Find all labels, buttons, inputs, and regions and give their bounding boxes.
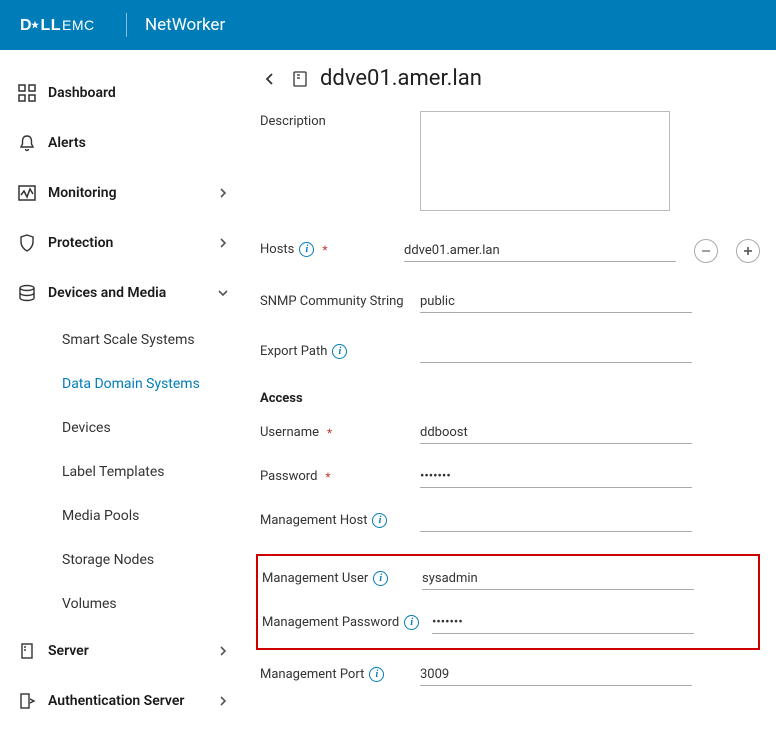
subitem-media-pools[interactable]: Media Pools bbox=[10, 494, 236, 538]
sidebar-item-auth-server[interactable]: Authentication Server bbox=[10, 676, 236, 726]
info-icon[interactable]: i bbox=[404, 615, 419, 630]
info-icon[interactable]: i bbox=[332, 344, 347, 359]
remove-host-button[interactable] bbox=[694, 239, 718, 263]
required-marker: * bbox=[322, 243, 327, 257]
devices-subnav: Smart Scale Systems Data Domain Systems … bbox=[10, 318, 236, 626]
label-mgmt-port: Management Port i bbox=[260, 664, 420, 682]
row-snmp: SNMP Community String bbox=[260, 291, 760, 313]
chevron-right-icon bbox=[218, 188, 228, 198]
sidebar-item-protection[interactable]: Protection bbox=[10, 218, 236, 268]
info-icon[interactable]: i bbox=[372, 513, 387, 528]
row-hosts: Hosts i * bbox=[260, 239, 760, 263]
add-host-button[interactable] bbox=[736, 239, 760, 263]
device-icon bbox=[290, 69, 310, 89]
chevron-right-icon bbox=[218, 646, 228, 656]
label-export: Export Path i bbox=[260, 341, 420, 359]
required-marker: * bbox=[325, 470, 330, 484]
sidebar-item-dashboard[interactable]: Dashboard bbox=[10, 68, 236, 118]
page-title: ddve01.amer.lan bbox=[320, 66, 482, 91]
required-marker: * bbox=[327, 426, 332, 440]
info-icon[interactable]: i bbox=[299, 242, 314, 257]
back-button[interactable] bbox=[260, 69, 280, 89]
row-export: Export Path i bbox=[260, 341, 760, 363]
label-mgmt-password: Management Password i bbox=[262, 612, 432, 630]
label-username: Username * bbox=[260, 422, 420, 440]
nav-label: Devices and Media bbox=[48, 285, 218, 301]
shield-icon bbox=[16, 232, 38, 254]
title-bar: ddve01.amer.lan bbox=[260, 66, 760, 91]
hosts-input[interactable] bbox=[404, 240, 676, 262]
sidebar-item-server[interactable]: Server bbox=[10, 626, 236, 676]
main-content: ddve01.amer.lan Description Hosts i * SN… bbox=[240, 50, 776, 736]
header-divider bbox=[126, 13, 127, 37]
section-access: Access bbox=[260, 391, 760, 406]
sidebar-item-alerts[interactable]: Alerts bbox=[10, 118, 236, 168]
highlighted-region: Management User i Management Password i bbox=[256, 554, 760, 650]
sidebar-item-monitoring[interactable]: Monitoring bbox=[10, 168, 236, 218]
label-description: Description bbox=[260, 111, 420, 129]
info-icon[interactable]: i bbox=[369, 667, 384, 682]
nav-label: Dashboard bbox=[48, 85, 228, 101]
chevron-down-icon bbox=[218, 288, 228, 298]
brand-logo: D⋆LLEMC bbox=[20, 16, 108, 34]
top-bar: D⋆LLEMC NetWorker bbox=[0, 0, 776, 50]
sidebar-item-devices-media[interactable]: Devices and Media bbox=[10, 268, 236, 318]
mgmt-password-input[interactable] bbox=[432, 612, 694, 634]
nav-label: Server bbox=[48, 643, 218, 659]
username-input[interactable] bbox=[420, 422, 692, 444]
bell-icon bbox=[16, 132, 38, 154]
row-mgmt-port: Management Port i bbox=[260, 664, 760, 686]
subitem-volumes[interactable]: Volumes bbox=[10, 582, 236, 626]
product-name: NetWorker bbox=[145, 15, 225, 35]
stack-icon bbox=[16, 282, 38, 304]
nav-label: Monitoring bbox=[48, 185, 218, 201]
dashboard-icon bbox=[16, 82, 38, 104]
nav-label: Authentication Server bbox=[48, 693, 218, 709]
snmp-input[interactable] bbox=[420, 291, 692, 313]
subitem-devices[interactable]: Devices bbox=[10, 406, 236, 450]
subitem-data-domain[interactable]: Data Domain Systems bbox=[10, 362, 236, 406]
svg-text:EMC: EMC bbox=[62, 17, 95, 33]
auth-icon bbox=[16, 690, 38, 712]
row-mgmt-user: Management User i bbox=[262, 568, 746, 590]
row-mgmt-host: Management Host i bbox=[260, 510, 760, 532]
label-password: Password * bbox=[260, 466, 420, 484]
mgmt-port-input[interactable] bbox=[420, 664, 692, 686]
export-path-input[interactable] bbox=[420, 341, 692, 363]
chevron-right-icon bbox=[218, 238, 228, 248]
server-icon bbox=[16, 640, 38, 662]
label-mgmt-user: Management User i bbox=[262, 568, 422, 586]
info-icon[interactable]: i bbox=[373, 571, 388, 586]
mgmt-host-input[interactable] bbox=[420, 510, 692, 532]
chevron-right-icon bbox=[218, 696, 228, 706]
subitem-storage-nodes[interactable]: Storage Nodes bbox=[10, 538, 236, 582]
nav-label: Alerts bbox=[48, 135, 228, 151]
mgmt-user-input[interactable] bbox=[422, 568, 694, 590]
password-input[interactable] bbox=[420, 466, 692, 488]
row-mgmt-password: Management Password i bbox=[262, 612, 746, 634]
description-textarea[interactable] bbox=[420, 111, 670, 211]
nav-label: Protection bbox=[48, 235, 218, 251]
svg-text:⋆LL: ⋆LL bbox=[30, 17, 61, 34]
row-description: Description bbox=[260, 111, 760, 211]
subitem-label-templates[interactable]: Label Templates bbox=[10, 450, 236, 494]
label-mgmt-host: Management Host i bbox=[260, 510, 420, 528]
row-username: Username * bbox=[260, 422, 760, 444]
row-password: Password * bbox=[260, 466, 760, 488]
subitem-smart-scale[interactable]: Smart Scale Systems bbox=[10, 318, 236, 362]
label-snmp: SNMP Community String bbox=[260, 291, 420, 309]
sidebar: Dashboard Alerts Monitoring Protection D… bbox=[0, 50, 240, 736]
monitoring-icon bbox=[16, 182, 38, 204]
label-hosts: Hosts i * bbox=[260, 239, 404, 257]
